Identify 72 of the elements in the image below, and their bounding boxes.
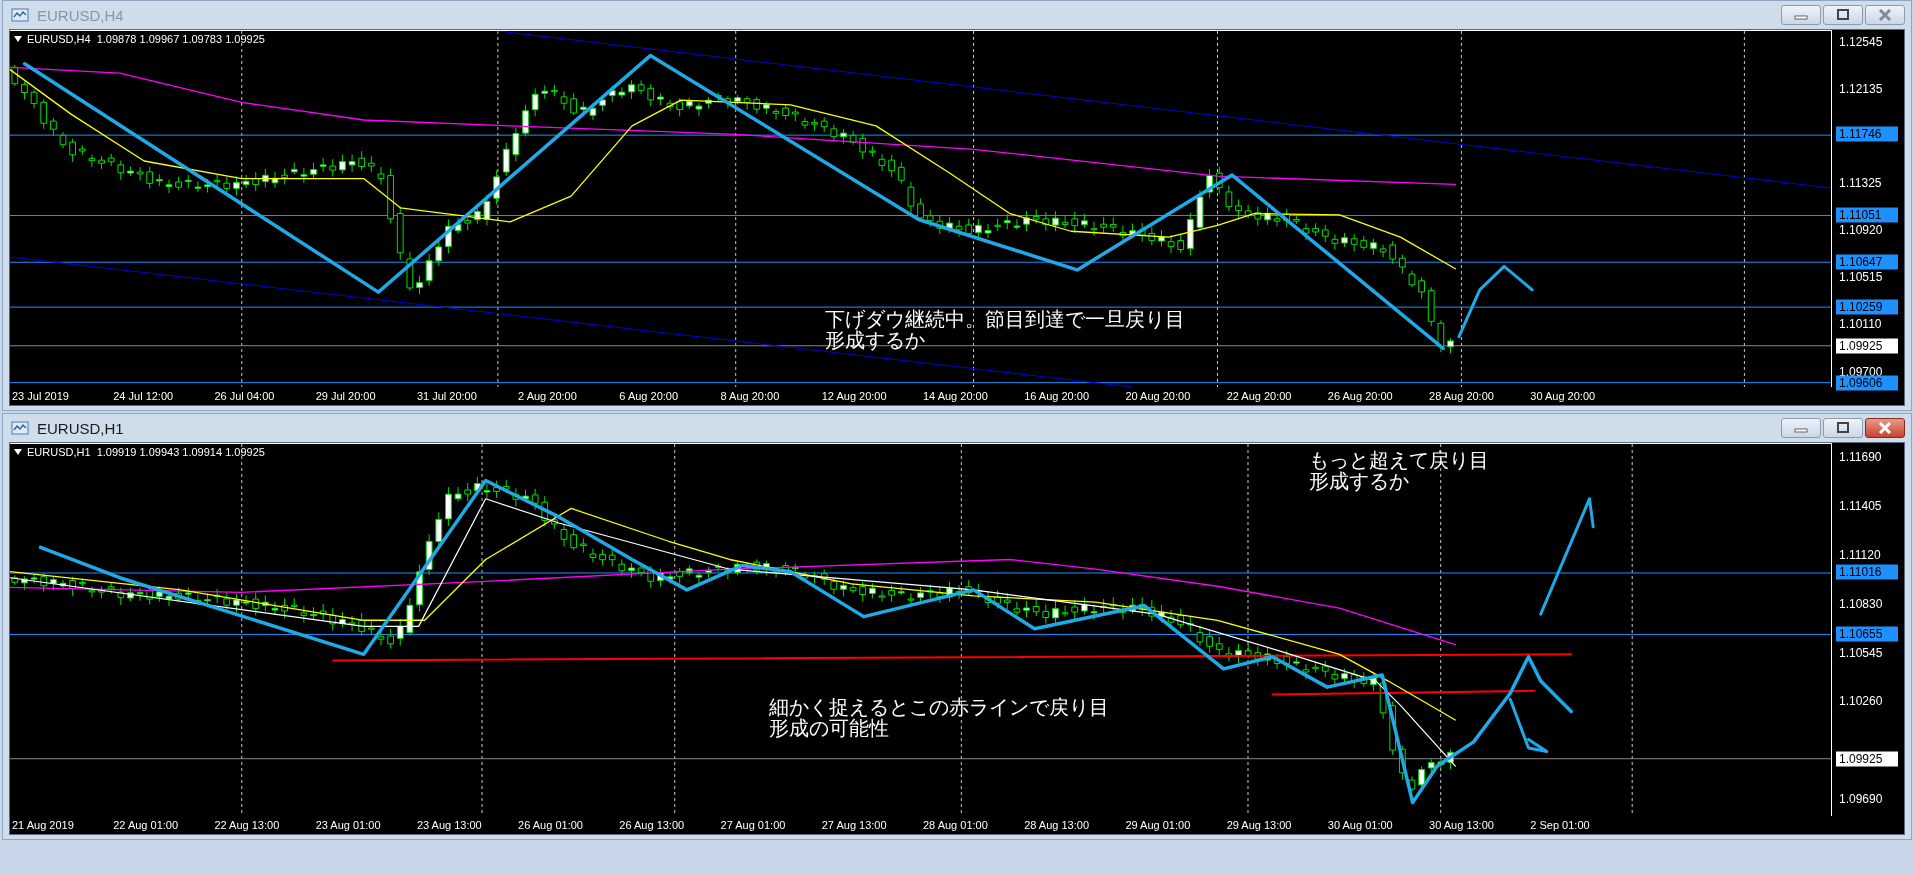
price-label: 1.09925 xyxy=(1836,751,1898,767)
time-label: 26 Aug 01:00 xyxy=(518,819,584,831)
maximize-button[interactable] xyxy=(1823,418,1863,438)
time-label: 30 Aug 13:00 xyxy=(1429,819,1495,831)
time-label: 28 Aug 01:00 xyxy=(922,819,989,831)
time-label: 26 Aug 20:00 xyxy=(1327,390,1394,402)
price-label: 1.10647 xyxy=(1836,254,1898,270)
time-label: 24 Jul 12:00 xyxy=(113,390,175,402)
price-label: 1.11051 xyxy=(1836,207,1898,223)
time-label: 30 Aug 01:00 xyxy=(1327,819,1394,831)
time-label: 2 Aug 20:00 xyxy=(518,390,578,402)
window-title: EURUSD,H4 xyxy=(37,6,124,24)
chart-window-icon xyxy=(11,420,29,436)
time-label: 23 Jul 2019 xyxy=(12,390,70,402)
close-icon xyxy=(1877,422,1893,434)
price-label: 1.10515 xyxy=(1838,269,1884,285)
time-label: 31 Jul 20:00 xyxy=(416,390,478,402)
price-label: 1.09925 xyxy=(1836,338,1898,354)
time-label: 26 Aug 13:00 xyxy=(619,819,686,831)
chart-window-icon xyxy=(11,7,29,23)
time-label: 23 Aug 13:00 xyxy=(416,819,483,831)
time-label: 22 Aug 13:00 xyxy=(214,819,281,831)
annotation-text: 下げダウ継続中。節目到達で一旦戻り目形成するか xyxy=(824,308,1185,351)
close-icon xyxy=(1877,9,1893,21)
time-label: 27 Aug 01:00 xyxy=(720,819,787,831)
time-label: 28 Aug 20:00 xyxy=(1429,390,1495,402)
price-label: 1.11120 xyxy=(1838,547,1882,563)
window-title: EURUSD,H1 xyxy=(37,419,124,437)
time-label: 30 Aug 20:00 xyxy=(1530,390,1597,402)
price-label: 1.10260 xyxy=(1838,693,1884,709)
close-button[interactable] xyxy=(1865,418,1905,438)
time-label: 23 Aug 01:00 xyxy=(315,819,382,831)
symbol-info: EURUSD,H1 1.09919 1.09943 1.09914 1.09925 xyxy=(27,446,265,458)
time-label: 6 Aug 20:00 xyxy=(619,390,680,402)
price-label: 1.10655 xyxy=(1836,626,1898,642)
price-label: 1.10830 xyxy=(1838,596,1884,612)
time-label: 14 Aug 20:00 xyxy=(922,390,989,402)
time-label: 26 Jul 04:00 xyxy=(214,390,276,402)
time-label: 27 Aug 13:00 xyxy=(821,819,888,831)
annotation-text: もっと超えて戻り目形成するか xyxy=(1308,450,1489,493)
maximize-icon xyxy=(1835,9,1851,21)
price-label: 1.10110 xyxy=(1838,316,1883,332)
price-label: 1.11405 xyxy=(1838,498,1883,514)
price-label: 1.10545 xyxy=(1838,645,1884,661)
price-label: 1.12545 xyxy=(1838,34,1884,50)
price-label: 1.10259 xyxy=(1836,299,1898,315)
time-label: 29 Aug 13:00 xyxy=(1226,819,1293,831)
time-label: 16 Aug 20:00 xyxy=(1024,390,1091,402)
price-label: 1.10920 xyxy=(1838,222,1884,238)
time-label: 8 Aug 20:00 xyxy=(720,390,781,402)
maximize-button[interactable] xyxy=(1823,5,1863,25)
dropdown-triangle-icon[interactable] xyxy=(14,36,22,42)
maximize-icon xyxy=(1835,422,1851,434)
time-label: 21 Aug 2019 xyxy=(12,819,75,831)
time-label: 22 Aug 20:00 xyxy=(1226,390,1293,402)
time-label: 28 Aug 13:00 xyxy=(1024,819,1091,831)
time-label: 29 Aug 01:00 xyxy=(1125,819,1192,831)
time-label: 29 Jul 20:00 xyxy=(315,390,377,402)
price-label: 1.12135 xyxy=(1838,81,1884,97)
dropdown-triangle-icon[interactable] xyxy=(14,449,22,455)
time-label: 12 Aug 20:00 xyxy=(821,390,888,402)
time-label: 22 Aug 01:00 xyxy=(113,819,180,831)
price-label: 1.11690 xyxy=(1838,449,1883,465)
price-label: 1.11746 xyxy=(1836,126,1898,142)
time-label: 2 Sep 01:00 xyxy=(1530,819,1591,831)
symbol-info: EURUSD,H4 1.09878 1.09967 1.09783 1.09925 xyxy=(27,33,265,45)
price-label: 1.11325 xyxy=(1838,175,1883,191)
price-label: 1.09606 xyxy=(1836,375,1898,391)
time-label: 20 Aug 20:00 xyxy=(1125,390,1192,402)
price-label: 1.09690 xyxy=(1838,791,1884,807)
price-label: 1.11016 xyxy=(1836,564,1898,580)
annotation-text: 細かく捉えるとこの赤ラインで戻り目形成の可能性 xyxy=(768,696,1109,739)
